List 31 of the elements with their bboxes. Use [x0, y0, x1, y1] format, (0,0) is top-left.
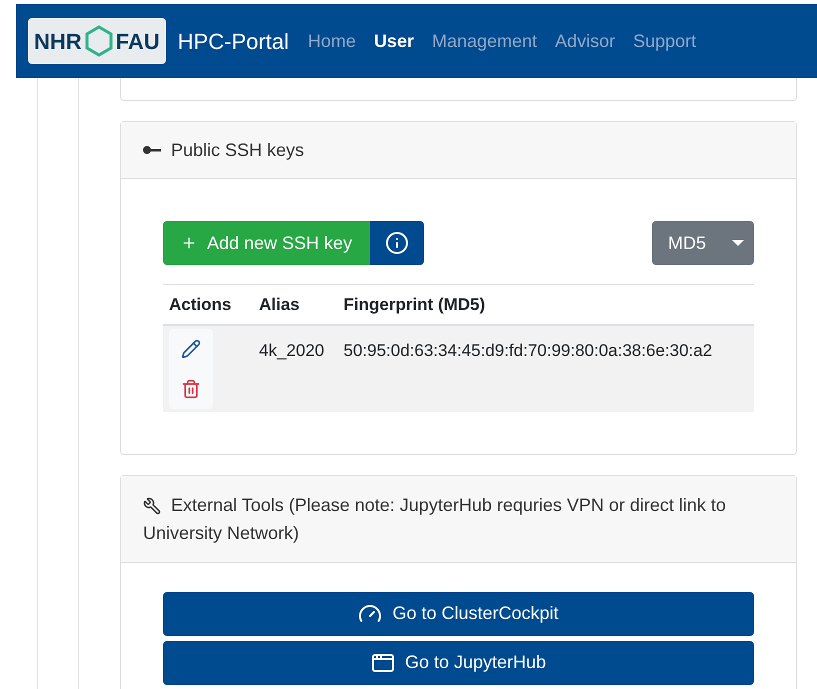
- info-button[interactable]: [370, 221, 424, 265]
- table-cell: 50:95:0d:63:34:45:d9:fd:70:99:80:0a:38:6e:30:a2: [344, 340, 712, 360]
- nav-link[interactable]: Advisor: [546, 28, 624, 54]
- pencil-icon: [181, 338, 201, 358]
- tool-button[interactable]: Go to ClusterCockpit: [163, 592, 754, 636]
- info-icon: [385, 231, 410, 255]
- tool-button[interactable]: Go to JupyterHub: [163, 640, 754, 684]
- nav-link[interactable]: Home: [298, 28, 365, 54]
- nav-link[interactable]: Support: [624, 28, 706, 54]
- column-header: Actions: [169, 294, 232, 314]
- edit-button[interactable]: [169, 328, 213, 368]
- wrench-icon: [143, 496, 161, 515]
- add-ssh-key-button[interactable]: Add new SSH key: [163, 221, 370, 265]
- caret-icon: [732, 240, 744, 246]
- table-cell: 4k_2020: [259, 340, 324, 360]
- nav-link[interactable]: User: [364, 28, 423, 54]
- plus-icon: [181, 235, 197, 251]
- card-title: External Tools (Please note: JupyterHub requries VPN or direct link to University Network): [143, 494, 726, 542]
- portal-title[interactable]: HPC-Portal: [178, 24, 289, 58]
- card-title: Public SSH keys: [171, 138, 304, 162]
- key-icon: [143, 145, 161, 155]
- hexagon-icon: [84, 24, 114, 58]
- trash-icon: [181, 378, 201, 398]
- column-header: Alias: [259, 294, 300, 314]
- logo-text: NHR: [34, 28, 82, 56]
- logo[interactable]: NHR FAU: [28, 18, 166, 64]
- nav-link[interactable]: Management: [422, 28, 546, 54]
- column-header: Fingerprint (MD5): [344, 294, 486, 314]
- delete-button[interactable]: [169, 368, 213, 408]
- logo-text: FAU: [116, 28, 160, 56]
- hash-select[interactable]: MD5: [652, 221, 754, 265]
